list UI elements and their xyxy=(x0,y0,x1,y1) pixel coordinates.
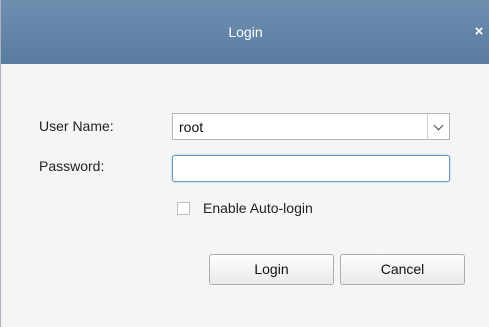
login-dialog: Login × User Name: root Password: Enable… xyxy=(0,0,489,327)
window-title: Login xyxy=(228,24,263,40)
chevron-down-icon xyxy=(433,120,444,131)
close-icon[interactable]: × xyxy=(469,22,489,42)
title-bar: Login × xyxy=(1,0,489,64)
password-field[interactable] xyxy=(172,155,450,182)
auto-login-checkbox[interactable] xyxy=(177,202,190,215)
username-dropdown-button[interactable] xyxy=(427,114,449,139)
username-combobox[interactable]: root xyxy=(172,113,450,140)
cancel-button[interactable]: Cancel xyxy=(340,254,465,285)
login-button[interactable]: Login xyxy=(209,254,334,285)
username-value[interactable]: root xyxy=(179,119,203,135)
auto-login-label[interactable]: Enable Auto-login xyxy=(203,200,313,216)
password-label: Password: xyxy=(39,158,105,174)
username-label: User Name: xyxy=(39,118,114,134)
